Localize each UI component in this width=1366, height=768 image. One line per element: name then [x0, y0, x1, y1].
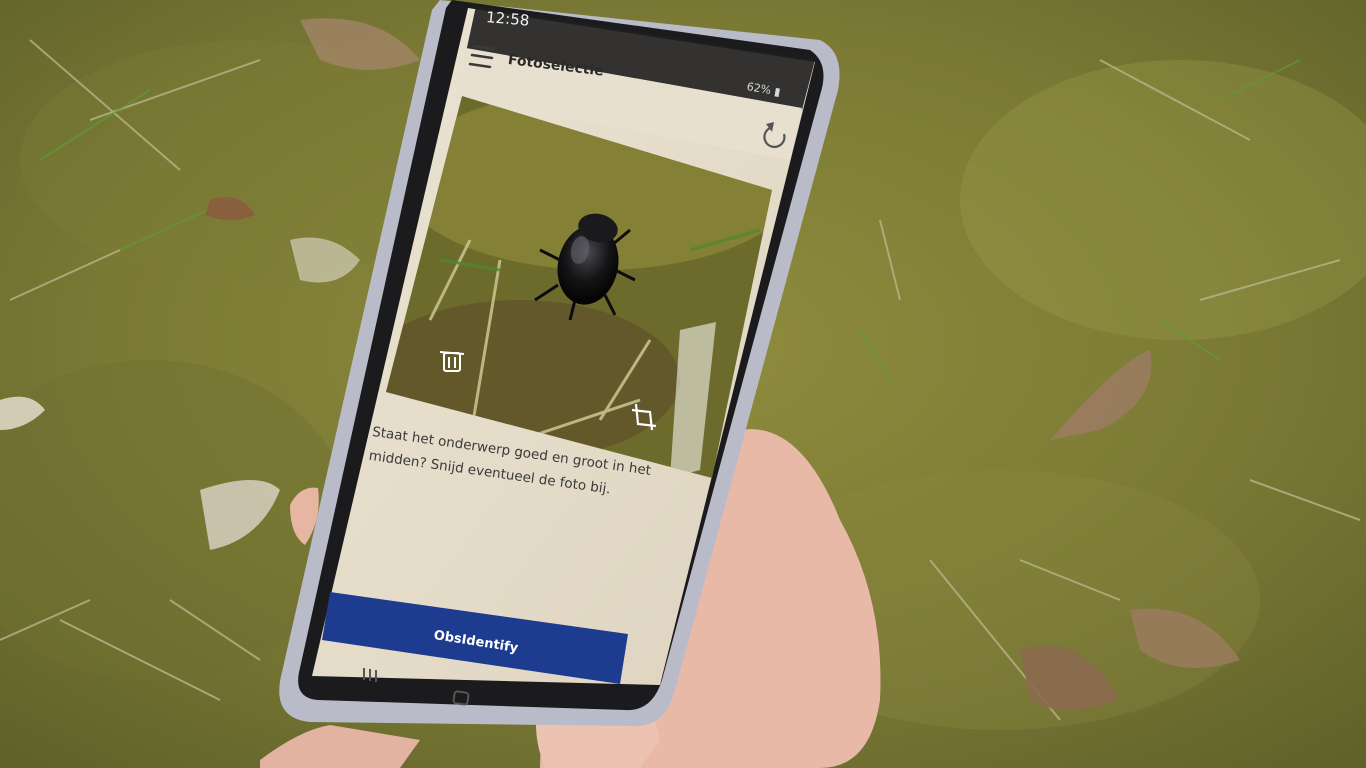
photo-scene	[0, 0, 1366, 768]
status-time: 12:58	[485, 8, 531, 30]
